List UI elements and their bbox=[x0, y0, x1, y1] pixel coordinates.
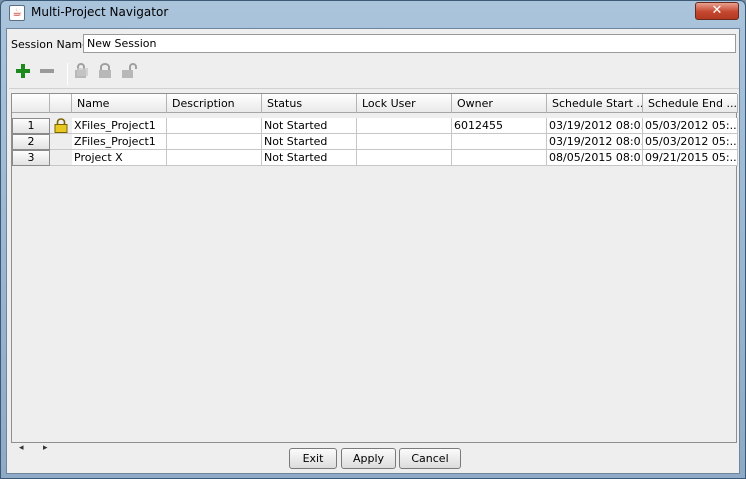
column-header-owner[interactable]: Owner bbox=[452, 94, 547, 113]
scroll-left-arrow-icon[interactable]: ◂ bbox=[19, 443, 24, 453]
dialog-body: Session Name: New Session Name Descripti… bbox=[6, 28, 740, 474]
cell-schedule-start[interactable]: 03/19/2012 08:0... bbox=[547, 134, 643, 150]
session-name-input[interactable] bbox=[83, 34, 736, 53]
unlock-button[interactable] bbox=[119, 63, 139, 83]
title-bar[interactable]: ☕ Multi-Project Navigator ✕ bbox=[1, 1, 745, 25]
lock-status-cell bbox=[50, 150, 72, 166]
cell-status[interactable]: Not Started bbox=[262, 118, 357, 134]
cell-description[interactable] bbox=[167, 134, 262, 150]
cell-lock-user[interactable] bbox=[357, 118, 452, 134]
toolbar bbox=[9, 59, 739, 89]
table-row[interactable]: 1 XFiles_Project1 Not Started 6012455 03… bbox=[12, 118, 738, 134]
cell-lock-user[interactable] bbox=[357, 134, 452, 150]
cell-schedule-start[interactable]: 08/05/2015 08:0... bbox=[547, 150, 643, 166]
cell-owner[interactable] bbox=[452, 134, 547, 150]
cell-status[interactable]: Not Started bbox=[262, 150, 357, 166]
lock-status-cell bbox=[50, 118, 72, 134]
cell-owner[interactable]: 6012455 bbox=[452, 118, 547, 134]
add-button[interactable] bbox=[13, 63, 33, 83]
remove-icon bbox=[40, 69, 54, 73]
column-header-name[interactable]: Name bbox=[72, 94, 167, 113]
cancel-button[interactable]: Cancel bbox=[399, 448, 461, 469]
window-title: Multi-Project Navigator bbox=[31, 5, 169, 19]
cell-name[interactable]: Project X bbox=[72, 150, 167, 166]
cell-description[interactable] bbox=[167, 150, 262, 166]
cell-schedule-end[interactable]: 05/03/2012 05:... bbox=[643, 134, 738, 150]
cell-owner[interactable] bbox=[452, 150, 547, 166]
lock-status-cell bbox=[50, 134, 72, 150]
row-number[interactable]: 2 bbox=[12, 134, 50, 150]
cell-schedule-end[interactable]: 09/21/2015 05:... bbox=[643, 150, 738, 166]
cell-schedule-end[interactable]: 05/03/2012 05:... bbox=[643, 118, 738, 134]
lock-icon bbox=[99, 63, 111, 78]
project-table: Name Description Status Lock User Owner … bbox=[11, 93, 738, 443]
column-header-status[interactable]: Status bbox=[262, 94, 357, 113]
toolbar-separator bbox=[67, 63, 68, 85]
cell-description[interactable] bbox=[167, 118, 262, 134]
column-header-schedule-end[interactable]: Schedule End ... bbox=[643, 94, 738, 113]
java-app-icon: ☕ bbox=[9, 5, 25, 21]
apply-button[interactable]: Apply bbox=[341, 448, 396, 469]
cell-status[interactable]: Not Started bbox=[262, 134, 357, 150]
cell-name[interactable]: XFiles_Project1 bbox=[72, 118, 167, 134]
column-header-lock-user[interactable]: Lock User bbox=[357, 94, 452, 113]
remove-button[interactable] bbox=[37, 63, 57, 83]
session-name-label: Session Name: bbox=[11, 38, 93, 51]
cell-lock-user[interactable] bbox=[357, 150, 452, 166]
lock-all-button[interactable] bbox=[71, 63, 91, 83]
close-button[interactable]: ✕ bbox=[695, 2, 739, 20]
add-icon bbox=[16, 64, 30, 78]
table-row[interactable]: 3 Project X Not Started 08/05/2015 08:0.… bbox=[12, 150, 738, 166]
lock-column-header bbox=[50, 94, 72, 113]
horizontal-scrollbar[interactable]: ◂ ▸ bbox=[11, 443, 56, 455]
table-row[interactable]: 2 ZFiles_Project1 Not Started 03/19/2012… bbox=[12, 134, 738, 150]
lock-all-icon bbox=[75, 63, 88, 78]
main-window: ☕ Multi-Project Navigator ✕ Session Name… bbox=[0, 0, 746, 479]
unlock-icon bbox=[122, 63, 137, 78]
exit-button[interactable]: Exit bbox=[289, 448, 337, 469]
row-number-header bbox=[12, 94, 50, 113]
cell-schedule-start[interactable]: 03/19/2012 08:0... bbox=[547, 118, 643, 134]
lock-button[interactable] bbox=[95, 63, 115, 83]
cell-name[interactable]: ZFiles_Project1 bbox=[72, 134, 167, 150]
row-number[interactable]: 1 bbox=[12, 118, 50, 134]
column-header-description[interactable]: Description bbox=[167, 94, 262, 113]
scroll-right-arrow-icon[interactable]: ▸ bbox=[43, 443, 48, 453]
locked-padlock-icon bbox=[54, 118, 68, 133]
column-header-schedule-start[interactable]: Schedule Start ... bbox=[547, 94, 643, 113]
row-number[interactable]: 3 bbox=[12, 150, 50, 166]
